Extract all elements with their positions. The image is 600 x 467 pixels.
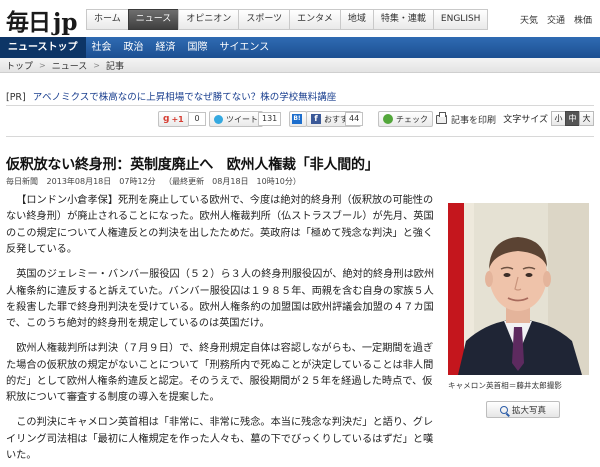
article-dateline: 毎日新聞 2013年08月18日 07時12分 （最終更新 08月18日 10時… [6, 176, 307, 187]
gplus-label: +1 [171, 114, 184, 124]
tweet-button[interactable]: ツイート [209, 111, 263, 127]
hatena-bookmark-icon: B! [292, 114, 302, 124]
breadcrumb: トップ > ニュース > 記事 [0, 58, 600, 73]
nav-features[interactable]: 特集・連載 [372, 9, 434, 30]
facebook-icon: f [311, 114, 321, 124]
breadcrumb-news[interactable]: ニュース [52, 59, 88, 72]
article-date: 2013年08月18日 07時12分 [46, 177, 156, 186]
article-updated: （最終更新 08月18日 10時10分） [164, 177, 301, 186]
photo-caption: キャメロン英首相＝藤井太郎撮影 [448, 381, 562, 390]
pr-ad-link[interactable]: アベノミクスで株高なのに上昇相場でなぜ勝てない？株の学校無料講座 [33, 92, 337, 103]
divider [6, 136, 594, 137]
nav-sports[interactable]: スポーツ [238, 9, 291, 30]
util-weather-link[interactable]: 天気 [520, 13, 538, 26]
nav-home[interactable]: ホーム [86, 9, 129, 30]
check-label: チェック [396, 114, 428, 124]
check-icon [383, 114, 393, 124]
hatena-bookmark-button[interactable]: B! [289, 111, 307, 127]
gplus-button[interactable]: g +1 [158, 111, 189, 127]
print-label: 記事を印刷 [451, 116, 497, 126]
text-size-label: 文字サイズ [503, 115, 548, 125]
article-source: 毎日新聞 [6, 177, 38, 186]
enlarge-label: 拡大写真 [511, 405, 546, 416]
subnav-news-top[interactable]: ニューストップ [0, 37, 86, 58]
site-header: 毎日 jp ホーム ニュース オピニオン スポーツ エンタメ 地域 特集・連載 … [0, 0, 600, 37]
breadcrumb-separator-icon: > [39, 60, 46, 70]
nav-opinion[interactable]: オピニオン [178, 9, 240, 30]
breadcrumb-separator-icon: > [93, 60, 100, 70]
nav-local[interactable]: 地域 [339, 9, 374, 30]
util-traffic-link[interactable]: 交通 [547, 13, 565, 26]
gplus-icon: g [163, 114, 170, 124]
twitter-icon [214, 114, 223, 124]
global-nav: ホーム ニュース オピニオン スポーツ エンタメ 地域 特集・連載 ENGLIS… [86, 9, 489, 30]
subnav-politics[interactable]: 政治 [118, 37, 150, 58]
logo-kanji: 毎日 [6, 9, 51, 36]
article-body: 【ロンドン小倉孝保】死刑を廃止している欧州で、今度は絶対的終身刑（仮釈放の可能性… [6, 193, 439, 467]
article-paragraph: 欧州人権裁判所は判決（７月９日）で、終身刑規定自体は容認しながらも、一定期間を過… [6, 343, 434, 404]
logo-jp: jp [53, 9, 78, 36]
subnav-science[interactable]: サイエンス [214, 37, 276, 58]
subnav-international[interactable]: 国際 [182, 37, 214, 58]
share-toolbar: g +1 0 ツイート 131 B! f おすすめ 44 チェック 記事を印刷 … [6, 111, 594, 128]
text-size-large-button[interactable]: 大 [579, 111, 594, 126]
print-article-link[interactable]: 記事を印刷 [436, 112, 497, 126]
divider [6, 105, 594, 106]
text-size-medium-button[interactable]: 中 [565, 111, 580, 126]
nav-news[interactable]: ニュース [127, 9, 180, 30]
pr-ad-line: [PR] アベノミクスで株高なのに上昇相場でなぜ勝てない？株の学校無料講座 [6, 89, 336, 103]
article-paragraph: 【ロンドン小倉孝保】死刑を廃止している欧州で、今度は絶対的終身刑（仮釈放の可能性… [6, 195, 434, 256]
enlarge-photo-button[interactable]: 拡大写真 [486, 401, 560, 418]
portrait-image [448, 203, 589, 375]
nav-english[interactable]: ENGLISH [432, 9, 489, 30]
tweet-count: 131 [258, 112, 282, 126]
text-size-control: 文字サイズ 小 中 大 [503, 111, 594, 126]
site-logo[interactable]: 毎日 jp [6, 3, 77, 37]
mixi-check-button[interactable]: チェック [378, 111, 433, 127]
utility-links: 天気 交通 株価 [520, 13, 592, 26]
subnav-society[interactable]: 社会 [86, 37, 118, 58]
pr-tag: [PR] [6, 92, 26, 103]
section-nav: ニューストップ 社会 政治 経済 国際 サイエンス [0, 37, 600, 58]
gplus-count: 0 [188, 112, 206, 126]
article-photo[interactable] [448, 203, 589, 375]
breadcrumb-top[interactable]: トップ [6, 59, 33, 72]
tweet-label: ツイート [226, 114, 258, 124]
article-paragraph: この判決にキャメロン英首相は「非常に、非常に残念。本当に残念な判決だ」と語り、グ… [6, 417, 434, 462]
subnav-economy[interactable]: 経済 [150, 37, 182, 58]
text-size-small-button[interactable]: 小 [551, 111, 566, 126]
util-stocks-link[interactable]: 株価 [574, 13, 592, 26]
breadcrumb-current: 記事 [105, 61, 124, 72]
magnifier-icon [499, 405, 508, 414]
article-paragraph: 英国のジェレミー・バンバー服役囚（５２）ら３人の終身刑服役囚が、絶対的終身刑は欧… [6, 269, 435, 330]
printer-icon [436, 112, 447, 124]
article-title: 仮釈放ない終身刑：英制度廃止へ 欧州人権裁「非人間的」 [6, 157, 379, 173]
nav-entertainment[interactable]: エンタメ [289, 9, 341, 30]
fb-count: 44 [345, 112, 364, 126]
